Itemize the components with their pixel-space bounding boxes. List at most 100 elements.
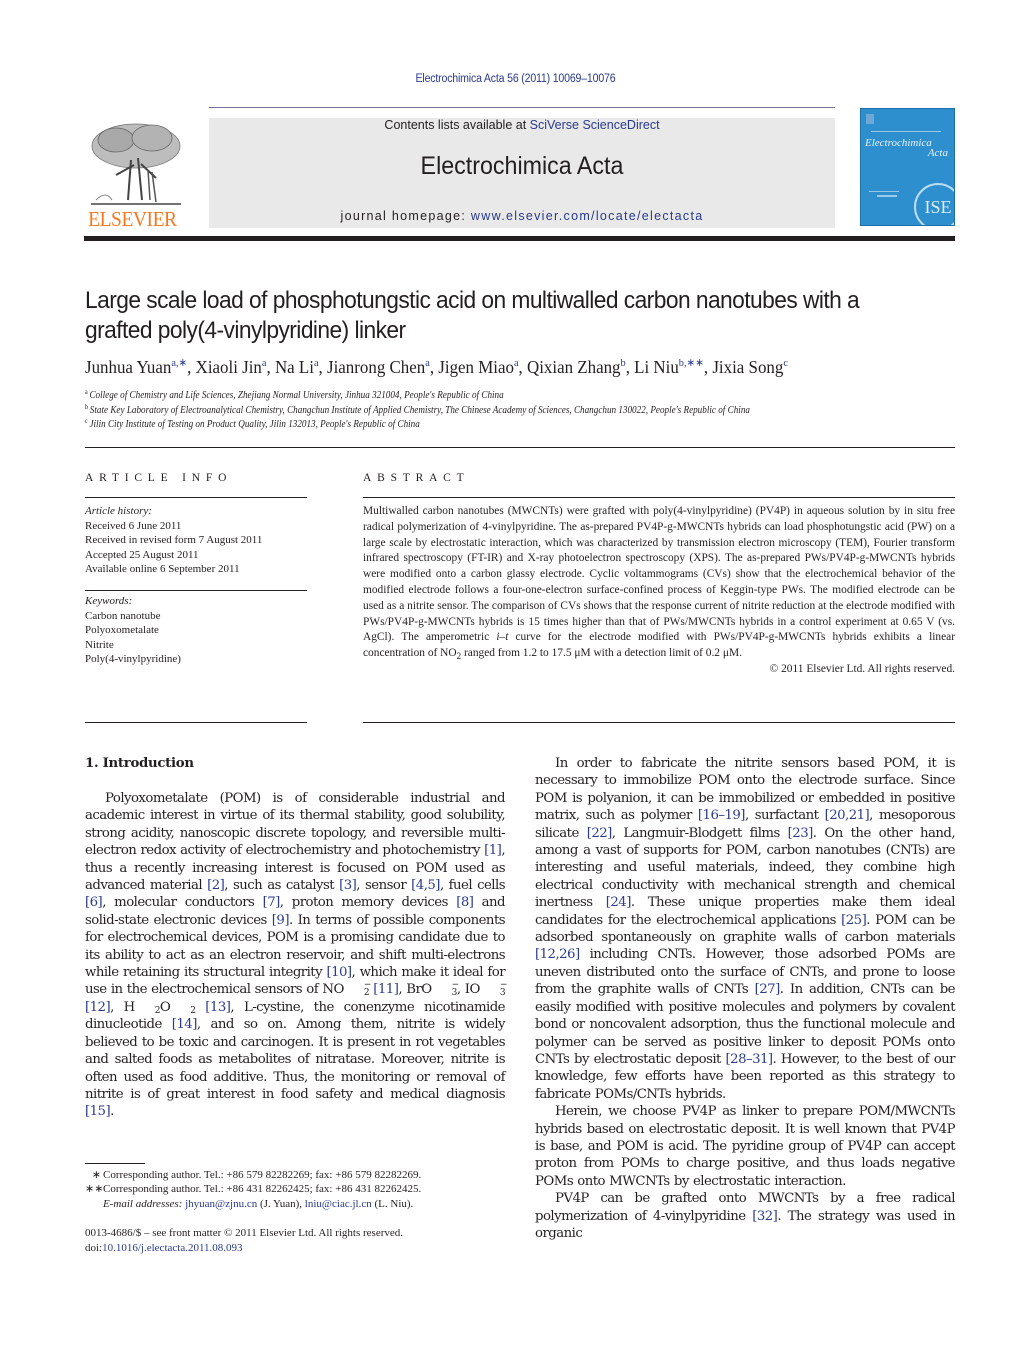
paragraph: Polyoxometalate (POM) is of considerable… — [85, 791, 508, 1120]
sciencedirect-link[interactable]: SciVerse ScienceDirect — [530, 118, 660, 132]
citation-ref[interactable]: [12,26] — [535, 947, 580, 962]
citation-ref[interactable]: [13] — [205, 1000, 231, 1015]
divider — [85, 497, 307, 498]
section-heading-introduction: 1. Introduction — [85, 756, 194, 771]
cover-elsevier-icon — [866, 114, 874, 124]
citation-ref[interactable]: [8] — [456, 895, 474, 910]
divider — [85, 447, 955, 448]
citation-ref[interactable]: [25] — [841, 913, 867, 928]
keywords: Keywords: Carbon nanotube Polyoxometalat… — [85, 594, 307, 667]
title-line: grafted poly(4-vinylpyridine) linker — [85, 317, 406, 344]
journal-cover-thumbnail[interactable]: Electrochimica Acta ISE — [860, 108, 955, 226]
cover-line — [871, 131, 941, 132]
history-item: Available online 6 September 2011 — [85, 563, 240, 575]
citation-ref[interactable]: [4,5] — [411, 878, 440, 893]
affiliation-marker[interactable]: a — [514, 357, 519, 369]
history-label: Article history: — [85, 505, 152, 517]
citation-ref[interactable]: [23] — [788, 826, 814, 841]
divider — [85, 590, 307, 591]
citation-ref[interactable]: [11] — [373, 982, 399, 997]
homepage-link[interactable]: www.elsevier.com/locate/electacta — [471, 209, 704, 223]
cover-line — [869, 191, 899, 192]
keyword: Poly(4-vinylpyridine) — [85, 653, 181, 665]
keyword: Polyoxometalate — [85, 624, 159, 636]
citation-ref[interactable]: [10] — [326, 965, 352, 980]
abstract-body: Multiwalled carbon nanotubes (MWCNTs) we… — [363, 504, 955, 678]
journal-citation[interactable]: Electrochimica Acta 56 (2011) 10069–1007… — [41, 73, 990, 85]
chem-subscript: −3 — [499, 980, 508, 999]
divider — [363, 497, 955, 498]
footnote-corresponding-2: ∗∗ Corresponding author. Tel.: +86 431 82… — [85, 1183, 422, 1196]
chem-subscript: −3 — [451, 980, 460, 999]
author-name: Li Niu — [634, 357, 679, 377]
citation-ref[interactable]: [1] — [484, 843, 502, 858]
citation-ref[interactable]: [14] — [172, 1017, 198, 1032]
cover-title: Electrochimica — [865, 137, 932, 149]
affiliation-marker[interactable]: b,∗∗ — [679, 357, 704, 369]
paragraph: In order to fabricate the nitrite sensor… — [535, 756, 956, 1102]
affiliation-marker[interactable]: a — [262, 357, 267, 369]
citation-ref[interactable]: [22] — [587, 826, 613, 841]
affiliation-a: a College of Chemistry and Life Sciences,… — [85, 388, 504, 402]
journal-homepage: journal homepage: www.elsevier.com/locat… — [209, 209, 835, 223]
citation-ref[interactable]: [2] — [207, 878, 225, 893]
affiliation-marker[interactable]: a — [314, 357, 319, 369]
affiliation-marker[interactable]: a — [425, 357, 430, 369]
citation-ref[interactable]: [9] — [272, 913, 290, 928]
cover-subtitle: Acta — [927, 147, 948, 159]
abstract-heading: ABSTRACT — [363, 472, 470, 484]
citation-ref[interactable]: [16–19] — [698, 808, 746, 823]
citation-ref[interactable]: [3] — [339, 878, 357, 893]
affiliations: a College of Chemistry and Life Sciences,… — [85, 389, 750, 433]
keywords-label: Keywords: — [85, 595, 133, 607]
paragraph: Herein, we choose PV4P as linker to prep… — [535, 1104, 956, 1189]
affiliation-c: c Jilin City Institute of Testing on Prod… — [85, 417, 420, 431]
citation-ref[interactable]: [28–31] — [726, 1052, 774, 1067]
article-history: Article history: Received 6 June 2011 Re… — [85, 504, 307, 577]
citation-ref[interactable]: [7] — [263, 895, 281, 910]
citation-ref[interactable]: [20,21] — [825, 808, 870, 823]
ise-badge-icon: ISE — [914, 183, 954, 225]
journal-banner: Contents lists available at SciVerse Sci… — [209, 118, 835, 228]
homepage-prefix: journal homepage: — [340, 209, 471, 223]
citation-ref[interactable]: [12] — [85, 1000, 111, 1015]
history-item: Received in revised form 7 August 2011 — [85, 534, 263, 546]
history-item: Received 6 June 2011 — [85, 519, 182, 532]
chem-subscript: 2 — [190, 1005, 196, 1016]
divider — [85, 722, 307, 723]
paragraph: PV4P can be grafted onto MWCNTs by a fre… — [535, 1191, 956, 1241]
abstract-text: Multiwalled carbon nanotubes (MWCNTs) we… — [363, 505, 955, 662]
body-column-left: Polyoxometalate (POM) is of considerable… — [85, 790, 508, 1121]
affiliation-marker[interactable]: a,∗ — [171, 357, 187, 369]
citation-ref[interactable]: [27] — [755, 982, 781, 997]
author-name: Junhua Yuan — [85, 357, 172, 377]
affiliation-b: b State Key Laboratory of Electroanalytic… — [85, 402, 750, 416]
body-column-right: In order to fabricate the nitrite sensor… — [535, 755, 956, 1242]
author-name: Xiaoli Jin — [195, 357, 262, 377]
affiliation-marker[interactable]: b — [621, 357, 626, 369]
footnote-emails: E-mail addresses: jhyuan@zjnu.cn (J. Yua… — [103, 1197, 414, 1210]
affiliation-marker[interactable]: c — [783, 357, 788, 369]
front-matter: 0013-4686/$ – see front matter © 2011 El… — [85, 1226, 403, 1256]
author-list: Junhua Yuana,∗, Xiaoli Jina, Na Lia, Jia… — [85, 357, 788, 377]
email-link-yuan[interactable]: jhyuan@zjnu.cn — [185, 1198, 257, 1210]
header-rule — [209, 107, 835, 108]
author-name: Jixia Song — [712, 357, 784, 377]
footnotes: ∗ Corresponding author. Tel.: +86 579 822… — [85, 1168, 515, 1211]
email-link-niu[interactable]: lniu@ciac.jl.cn — [305, 1198, 372, 1210]
divider — [363, 722, 955, 723]
keyword: Carbon nanotube — [85, 609, 161, 622]
copyright: © 2011 Elsevier Ltd. All rights reserved… — [769, 662, 955, 675]
citation-ref[interactable]: [32] — [752, 1209, 778, 1224]
citation-ref[interactable]: [24] — [606, 895, 632, 910]
citation-ref[interactable]: [15] — [85, 1104, 111, 1119]
author-name: Na Li — [274, 357, 314, 377]
header-thick-rule — [84, 236, 955, 241]
issn-line: 0013-4686/$ – see front matter © 2011 El… — [85, 1227, 404, 1239]
keyword: Nitrite — [85, 638, 114, 651]
citation-ref[interactable]: [6] — [85, 895, 103, 910]
doi-link[interactable]: 10.1016/j.electacta.2011.08.093 — [102, 1242, 242, 1254]
author-name: Jigen Miao — [438, 357, 514, 377]
doi-line: doi:10.1016/j.electacta.2011.08.093 — [85, 1242, 243, 1254]
contents-line: Contents lists available at SciVerse Sci… — [209, 118, 835, 132]
